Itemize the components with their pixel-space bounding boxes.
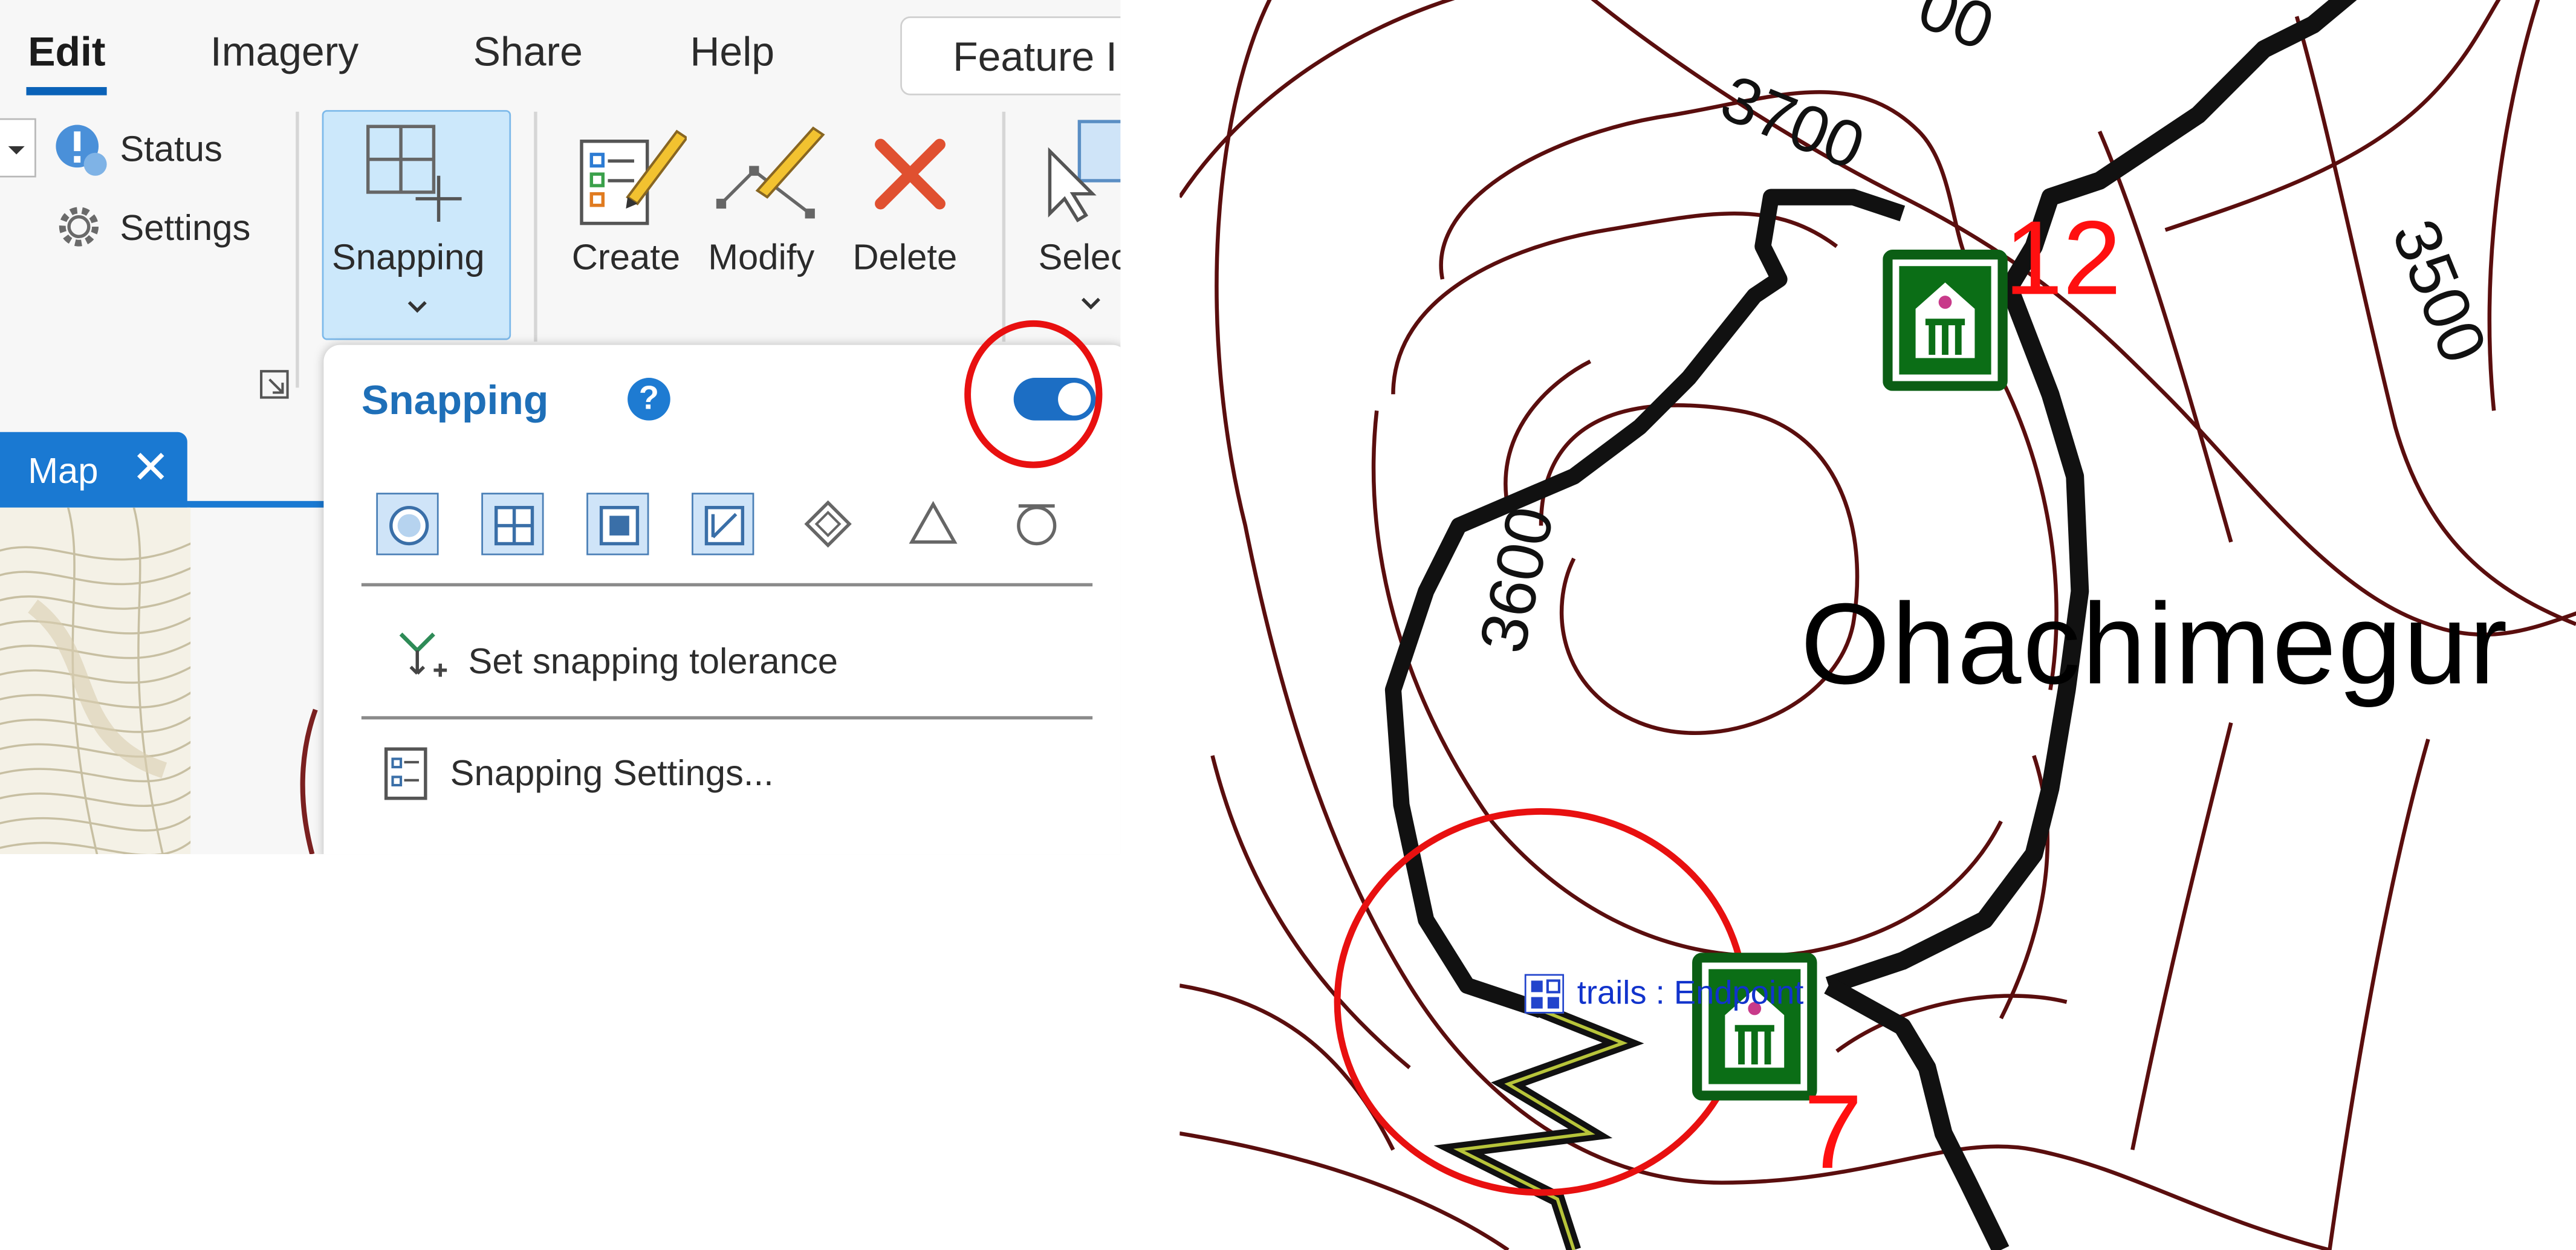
snap-vertex-toggle[interactable] [797,493,859,555]
select-cursor-icon [1048,120,1121,222]
delete-label: Delete [852,236,958,278]
gear-icon [59,207,99,247]
snap-intersection-icon [704,505,745,546]
close-icon[interactable]: ✕ [131,440,170,494]
snap-tangent-toggle[interactable] [1005,493,1068,555]
snap-point-icon [389,505,429,546]
feature-layer-context-tab[interactable]: Feature I [900,16,1121,96]
delete-x-icon [875,138,946,210]
select-button[interactable]: Selec [1027,118,1121,316]
snap-intersection-toggle[interactable] [692,493,754,555]
snap-midpoint-icon [909,500,958,544]
ribbon-separator [1002,111,1006,342]
ribbon-separator [296,111,299,388]
modify-button[interactable]: Modify [707,118,835,283]
map-tab-underline [0,500,329,508]
map-tab-label: Map [28,450,99,491]
snapping-dropdown-title: Snapping [361,378,549,424]
topo-thumbnail-image [0,507,191,855]
snap-midpoint-toggle[interactable] [902,493,964,555]
help-icon[interactable]: ? [628,378,670,421]
snapping-button-label: Snapping [331,236,485,278]
highlight-circle-annotation [964,320,1103,468]
tab-edit[interactable]: Edit [28,30,105,77]
snapping-button[interactable]: Snapping [322,110,511,340]
settings-list-icon [384,747,427,800]
snapping-grid-icon [366,125,462,222]
tab-imagery[interactable]: Imagery [210,30,358,77]
modify-features-icon [716,126,825,219]
snap-edge-icon [1524,974,1565,1014]
status-label: Status [120,128,222,169]
ribbon-panel: Edit Imagery Share Help Feature I Status [0,0,1121,855]
snap-tangent-icon [1017,504,1057,546]
map-view-thumbnail[interactable] [0,507,191,855]
snap-end-toggle[interactable] [586,493,649,555]
dropdown-divider [361,716,1093,720]
settings-button[interactable]: Settings [53,201,282,256]
snapping-tolerance-icon [399,632,447,677]
chevron-down-icon [1081,297,1100,310]
snap-point-toggle[interactable] [376,493,439,555]
mountain-hut-12-icon[interactable] [1883,250,2014,391]
hut-number-7: 7 [1803,1072,1863,1191]
tab-share[interactable]: Share [473,30,583,77]
tab-help[interactable]: Help [690,30,774,77]
dropdown-arrow-button[interactable] [0,118,36,178]
active-tab-indicator [26,87,107,96]
feature-layer-label: Feature I [953,34,1118,81]
dropdown-divider [361,583,1093,587]
select-label: Selec [1038,236,1121,278]
settings-label: Settings [120,207,251,248]
create-label: Create [571,236,681,278]
snap-vertex-icon [804,500,852,548]
delete-button[interactable]: Delete [848,118,976,283]
create-button[interactable]: Create [563,118,692,283]
set-snapping-tolerance-label: Set snapping tolerance [468,640,839,682]
snap-edge-toggle[interactable] [481,493,544,555]
place-name-label: Ohachimegur [1800,580,2509,708]
snap-edge-icon [494,505,534,546]
ribbon-separator [534,111,537,342]
chevron-down-icon [8,146,25,155]
hut-number-12: 12 [2004,198,2121,317]
snap-end-icon [599,505,640,546]
create-features-icon [580,129,687,225]
map-view[interactable]: 00 3700 3600 3500 Ohachimegur 12 7 trail… [1179,0,2576,1250]
modify-label: Modify [708,236,815,278]
status-icon [56,125,107,176]
dialog-launcher-icon[interactable] [258,368,291,401]
chevron-down-icon [407,301,427,313]
snapping-settings-label: Snapping Settings... [450,752,774,794]
snap-tip-text: trails : Endpoint [1577,976,1804,1012]
status-button[interactable]: Status [53,121,282,177]
